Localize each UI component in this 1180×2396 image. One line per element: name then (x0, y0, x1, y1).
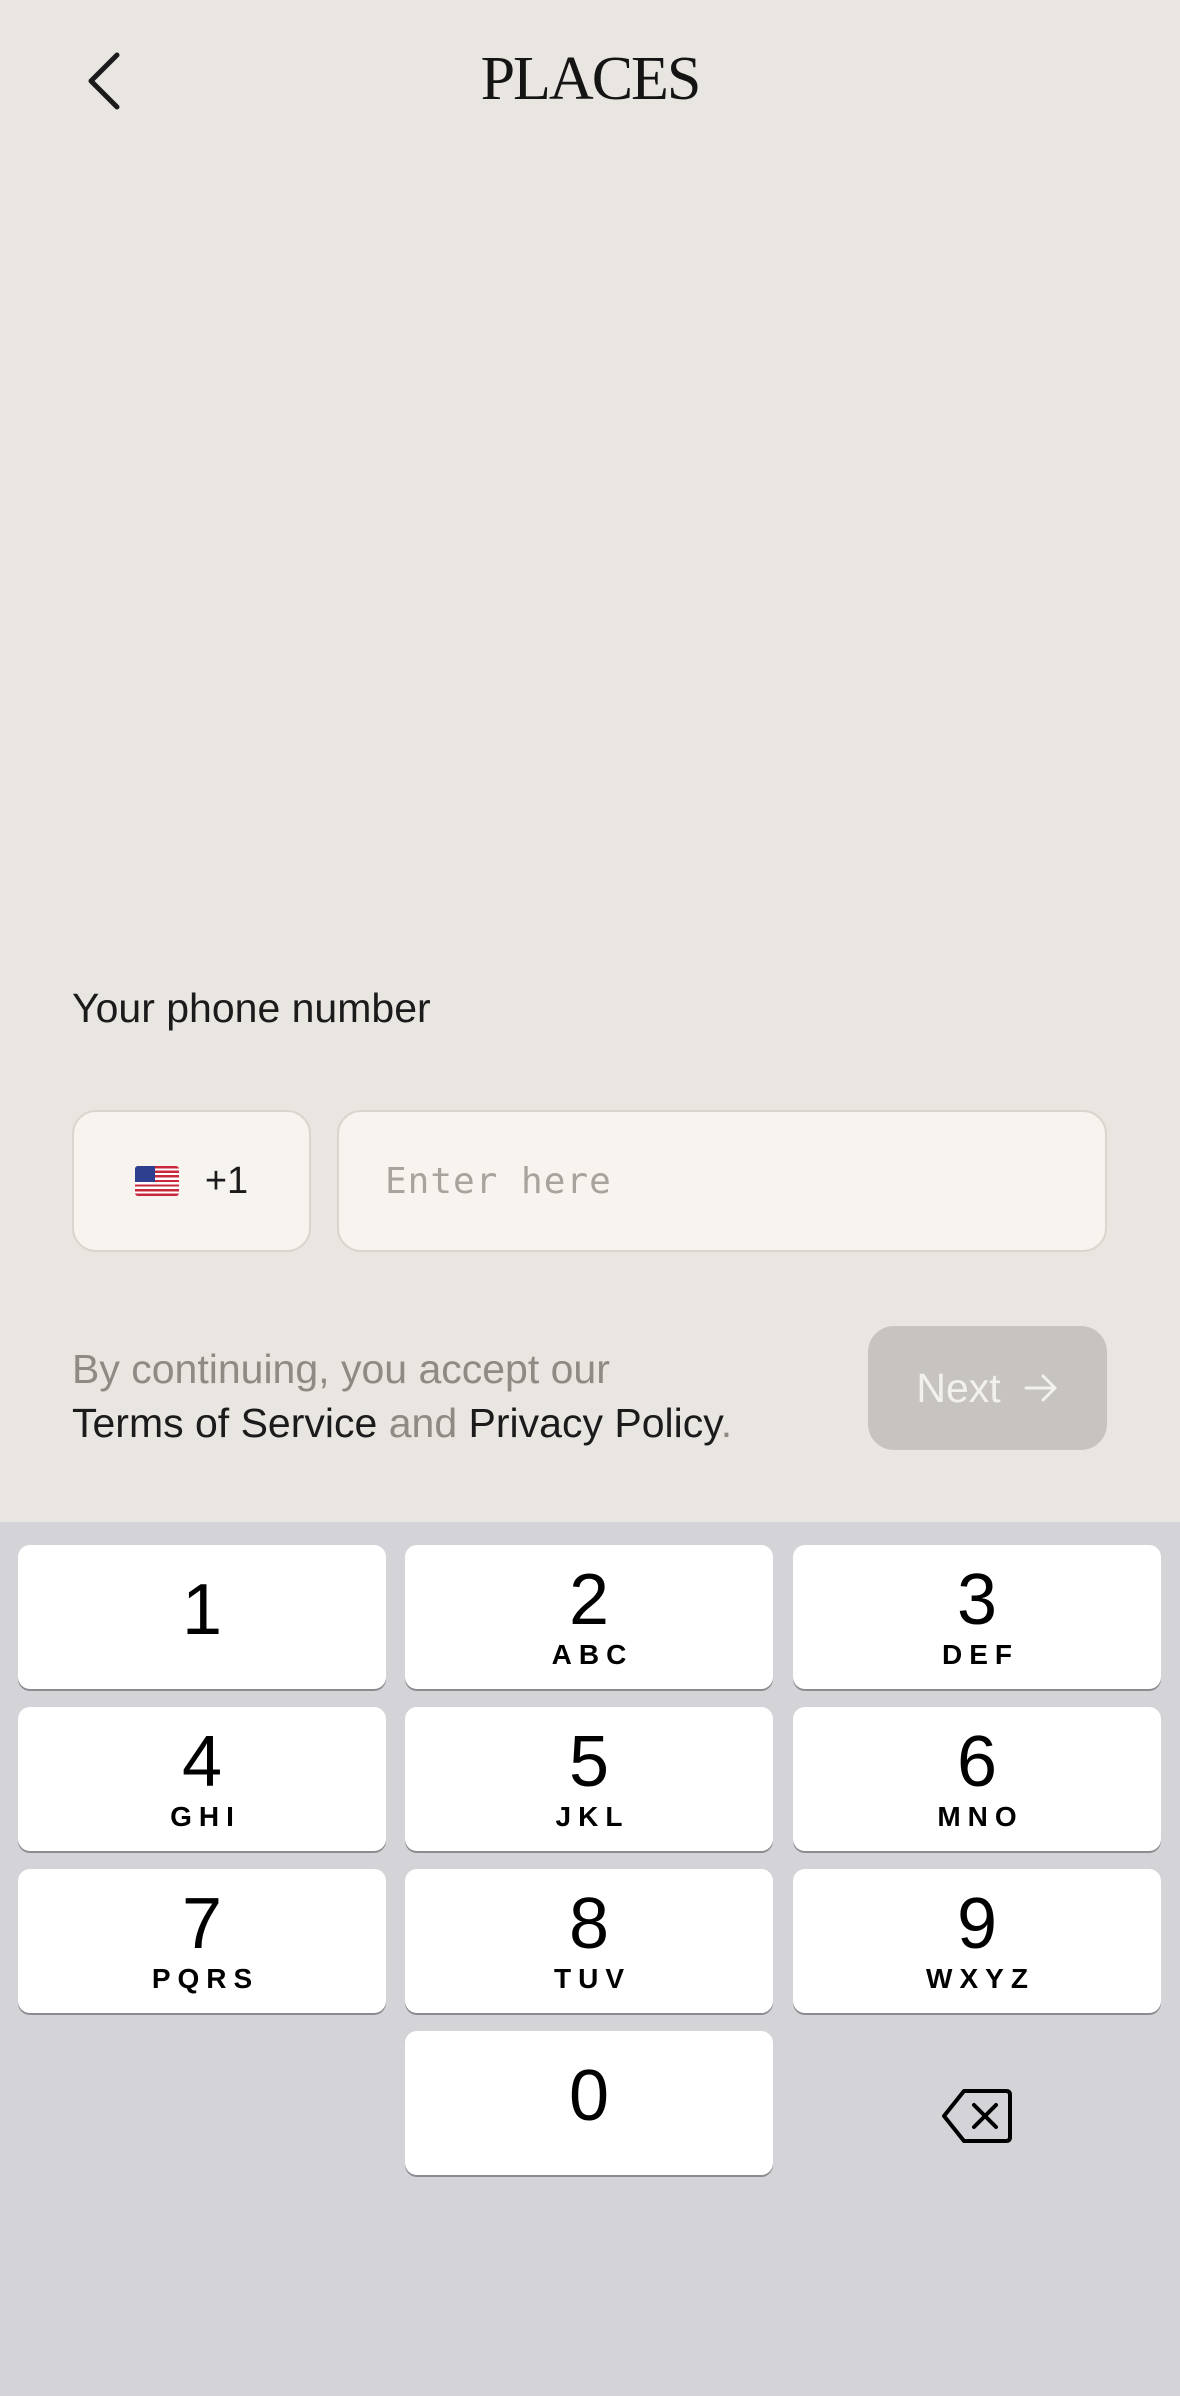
next-button[interactable]: Next (868, 1326, 1107, 1450)
key-2[interactable]: 2 ABC (405, 1545, 773, 1689)
key-digit: 0 (568, 2056, 610, 2136)
us-flag-icon (134, 1166, 179, 1196)
terms-text: By continuing, you accept our Terms of S… (72, 1342, 832, 1450)
next-button-label: Next (916, 1364, 1001, 1411)
key-7[interactable]: 7 PQRS (18, 1869, 386, 2013)
phone-label: Your phone number (72, 985, 431, 1031)
key-letters: ABC (551, 1639, 634, 1670)
key-digit: 7 (181, 1884, 223, 1964)
privacy-policy-link[interactable]: Privacy Policy (469, 1400, 721, 1446)
key-letters: WXYZ (926, 1963, 1035, 1994)
key-digit: 3 (956, 1560, 998, 1640)
key-letters: DEF (942, 1639, 1019, 1670)
country-code-selector[interactable]: +1 (72, 1110, 311, 1252)
key-digit: 2 (568, 1560, 610, 1640)
terms-and: and (388, 1400, 458, 1446)
terms-suffix: . (720, 1400, 733, 1446)
country-code: +1 (204, 1159, 249, 1202)
app-logo: PLACES (480, 45, 702, 113)
arrow-right-icon (1024, 1374, 1057, 1402)
key-letters: JKL (555, 1801, 630, 1832)
numeric-keypad: 1 2 ABC 3 DEF 4 GHI 5 JKL 6 MNO 7 PQRS 8… (0, 1522, 1180, 2396)
terms-of-service-link[interactable]: Terms of Service (72, 1400, 377, 1446)
key-letters: GHI (170, 1801, 241, 1832)
key-4[interactable]: 4 GHI (18, 1707, 386, 1851)
key-9[interactable]: 9 WXYZ (793, 1869, 1161, 2013)
terms-prefix: By continuing, you accept our (72, 1346, 610, 1392)
key-8[interactable]: 8 TUV (405, 1869, 773, 2013)
key-1[interactable]: 1 (18, 1545, 386, 1689)
key-digit: 5 (568, 1722, 610, 1802)
delete-key[interactable] (793, 2044, 1161, 2188)
key-0[interactable]: 0 (405, 2031, 773, 2175)
key-letters: TUV (554, 1963, 631, 1994)
backspace-icon (942, 2089, 1012, 2143)
key-digit: 6 (956, 1722, 998, 1802)
key-6[interactable]: 6 MNO (793, 1707, 1161, 1851)
key-letters: PQRS (151, 1963, 260, 1994)
header: PLACES (0, 0, 1180, 165)
key-3[interactable]: 3 DEF (793, 1545, 1161, 1689)
key-digit: 8 (568, 1884, 610, 1964)
key-digit: 4 (181, 1722, 223, 1802)
key-digit: 9 (956, 1884, 998, 1964)
key-letters: MNO (937, 1801, 1024, 1832)
key-5[interactable]: 5 JKL (405, 1707, 773, 1851)
phone-number-input[interactable] (337, 1110, 1107, 1252)
key-digit: 1 (181, 1570, 223, 1650)
